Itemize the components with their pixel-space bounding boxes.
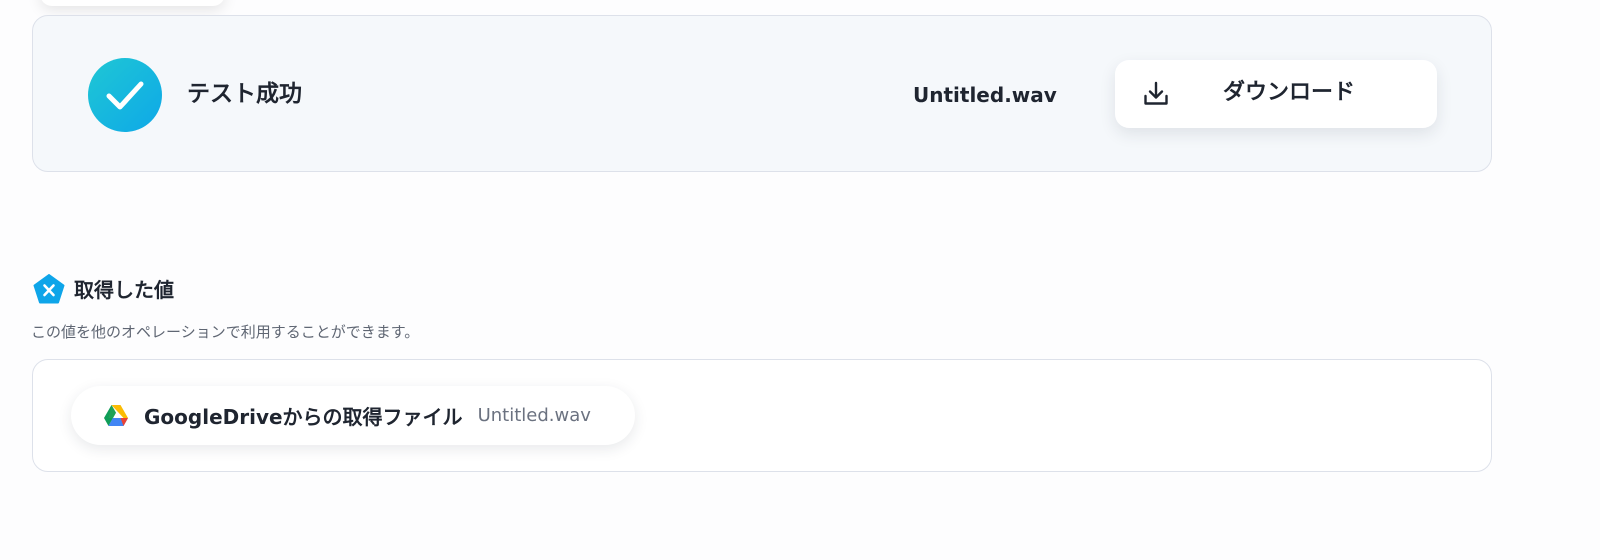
download-icon	[1142, 80, 1170, 112]
test-result-card: テスト成功 Untitled.wav ダウンロード	[32, 15, 1492, 172]
value-text: Untitled.wav	[477, 405, 591, 426]
previous-panel-edge	[40, 0, 225, 6]
variable-x-icon	[33, 274, 65, 308]
success-check-icon	[88, 58, 162, 132]
result-file-name: Untitled.wav	[913, 83, 1057, 107]
google-drive-icon	[103, 404, 129, 428]
value-chip[interactable]: GoogleDriveからの取得ファイル Untitled.wav	[71, 386, 635, 445]
acquired-values-card: GoogleDriveからの取得ファイル Untitled.wav	[32, 359, 1492, 472]
download-button[interactable]: ダウンロード	[1115, 60, 1437, 128]
test-status-label: テスト成功	[187, 81, 302, 107]
section-title: 取得した値	[74, 278, 174, 302]
section-description: この値を他のオペレーションで利用することができます。	[31, 323, 420, 341]
download-label: ダウンロード	[1223, 80, 1356, 105]
value-label: GoogleDriveからの取得ファイル	[144, 405, 463, 429]
